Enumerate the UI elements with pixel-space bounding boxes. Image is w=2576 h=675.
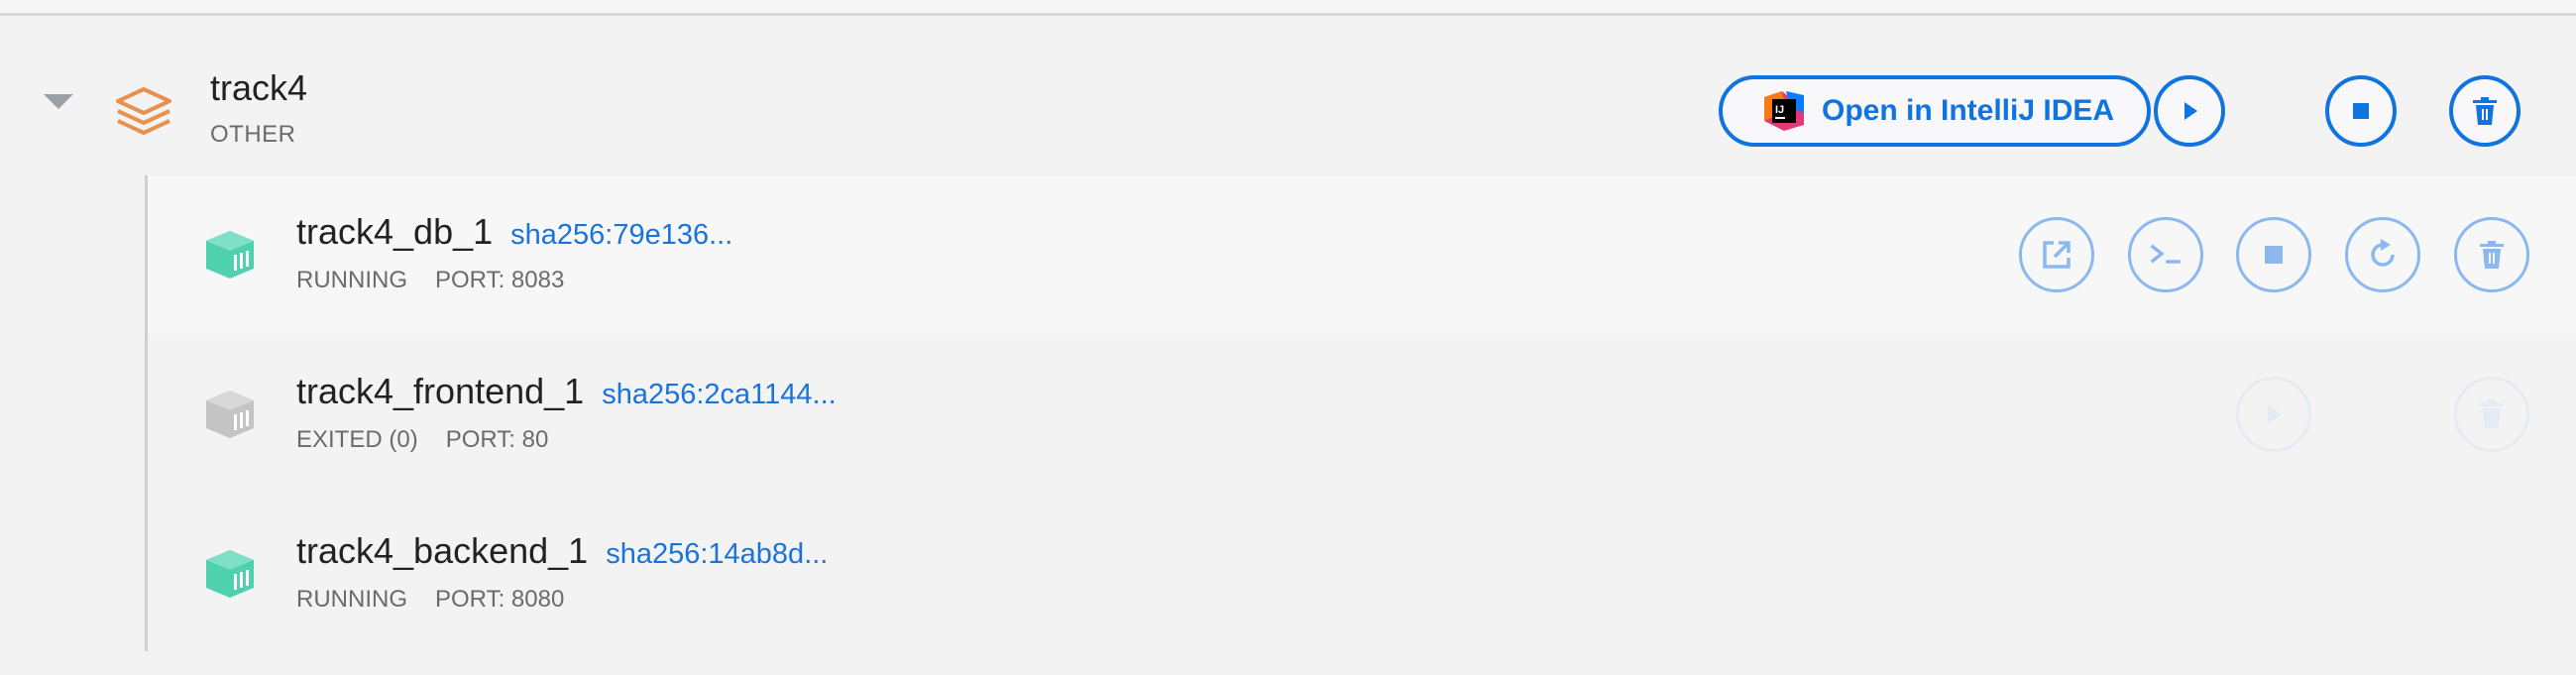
play-icon	[2268, 404, 2282, 424]
container-hash-link[interactable]: sha256:14ab8d...	[606, 538, 828, 570]
stack-row[interactable]: track4 OTHER IJ Open in IntelliJ IDEA	[0, 16, 2576, 174]
container-running-icon	[206, 550, 254, 598]
container-status: RUNNING	[296, 586, 407, 613]
trash-icon	[2473, 97, 2497, 125]
container-meta: RUNNING PORT: 8080	[296, 586, 564, 614]
restart-icon	[2371, 239, 2395, 267]
container-running-icon	[206, 231, 254, 279]
container-status: RUNNING	[296, 267, 407, 293]
container-row[interactable]: track4_backend_1 sha256:14ab8d... RUNNING…	[148, 495, 2576, 653]
delete-container-button[interactable]	[2454, 217, 2529, 292]
trash-icon	[2480, 400, 2504, 428]
layers-icon	[116, 87, 171, 135]
container-hash-link[interactable]: sha256:79e136...	[510, 219, 732, 251]
cli-button[interactable]	[2128, 217, 2203, 292]
chevron-down-icon[interactable]	[44, 94, 73, 109]
delete-stack-button[interactable]	[2449, 75, 2520, 147]
start-stack-button[interactable]	[2154, 75, 2225, 147]
container-status: EXITED (0)	[296, 426, 418, 453]
container-exited-icon	[206, 391, 254, 438]
stop-stack-button[interactable]	[2325, 75, 2397, 147]
terminal-icon	[2150, 244, 2181, 264]
stop-container-button[interactable]	[2236, 217, 2311, 292]
restart-container-button[interactable]	[2345, 217, 2420, 292]
container-name: track4_backend_1 sha256:14ab8d...	[296, 530, 828, 572]
container-port: PORT: 8083	[435, 267, 565, 293]
container-row[interactable]: track4_frontend_1 sha256:2ca1144... EXITE…	[148, 335, 2576, 494]
stop-icon	[2265, 246, 2283, 264]
container-name-text: track4_frontend_1	[296, 371, 585, 411]
container-hash-link[interactable]: sha256:2ca1144...	[602, 379, 837, 410]
open-browser-icon	[2043, 241, 2071, 269]
container-meta: RUNNING PORT: 8083	[296, 267, 564, 294]
top-divider	[0, 0, 2576, 16]
container-meta: EXITED (0) PORT: 80	[296, 426, 548, 454]
container-port: PORT: 8080	[435, 586, 565, 613]
container-name-text: track4_db_1	[296, 211, 494, 252]
intellij-logo-icon: IJ	[1764, 91, 1804, 131]
stop-icon	[2353, 103, 2369, 119]
container-port: PORT: 80	[445, 426, 549, 453]
start-container-button[interactable]	[2236, 377, 2311, 452]
trash-icon	[2480, 241, 2504, 269]
delete-container-button[interactable]	[2454, 377, 2529, 452]
open-in-intellij-button[interactable]: IJ Open in IntelliJ IDEA	[1719, 75, 2151, 147]
play-icon	[2184, 102, 2197, 120]
stack-name: track4	[210, 67, 308, 108]
container-name: track4_db_1 sha256:79e136...	[296, 211, 732, 253]
open-in-browser-button[interactable]	[2019, 217, 2094, 292]
svg-text:IJ: IJ	[1775, 104, 1784, 116]
open-in-intellij-label: Open in IntelliJ IDEA	[1822, 94, 2115, 127]
container-name: track4_frontend_1 sha256:2ca1144...	[296, 371, 837, 412]
container-name-text: track4_backend_1	[296, 530, 589, 571]
container-row[interactable]: track4_db_1 sha256:79e136... RUNNING PORT:…	[148, 175, 2576, 334]
stack-type: OTHER	[210, 121, 296, 148]
